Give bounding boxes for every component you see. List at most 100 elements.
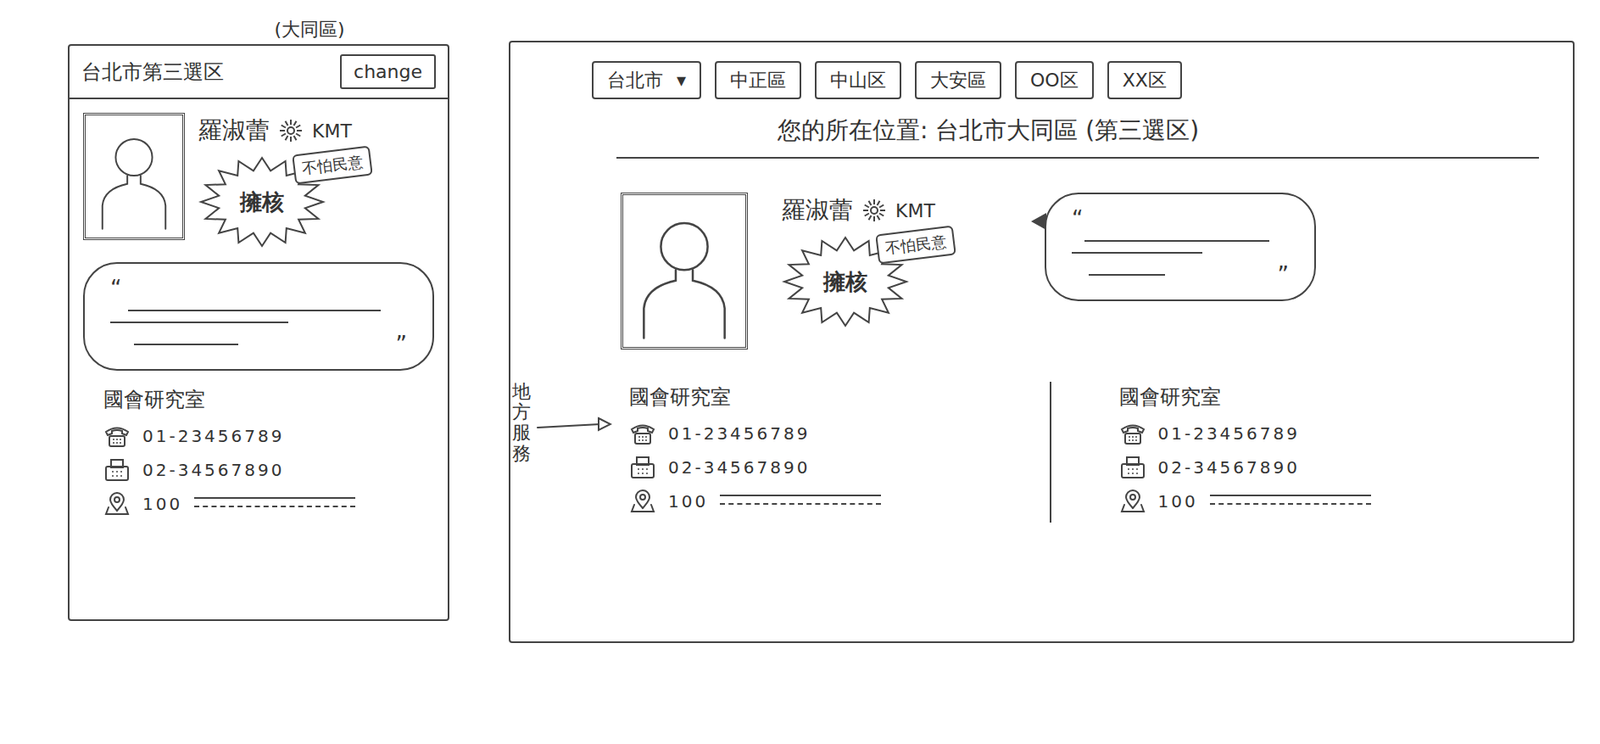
person-photo-icon bbox=[629, 201, 739, 341]
district-tab[interactable]: 中正區 bbox=[714, 61, 802, 100]
name-row: 羅淑蕾 KMT bbox=[781, 192, 969, 229]
quote-last-row: ” bbox=[1071, 263, 1289, 286]
address-pin-icon bbox=[629, 489, 657, 513]
address-placeholder bbox=[194, 493, 356, 514]
office-column: 國會研究室 01-23456789 02-34567890 100 bbox=[612, 381, 1050, 523]
name-row: 羅淑蕾 KMT bbox=[198, 112, 385, 149]
phone-number: 01-23456789 bbox=[142, 423, 285, 449]
legislator-info: 羅淑蕾 KMT 擁核不怕民意 bbox=[198, 112, 385, 249]
office-info: 國會研究室 01-23456789 02-34567890 100 bbox=[83, 384, 435, 525]
quote-open-mark: “ bbox=[1071, 207, 1289, 230]
address-row: 100 bbox=[1119, 488, 1523, 514]
mobile-header: 台北市第三選区 change bbox=[69, 45, 448, 100]
address-text: 100 bbox=[668, 488, 709, 514]
address-placeholder bbox=[719, 490, 881, 512]
party-sun-icon bbox=[861, 197, 887, 223]
legislator-photo bbox=[83, 112, 185, 240]
district-tab[interactable]: 大安區 bbox=[914, 61, 1002, 100]
legislator-info: 羅淑蕾 KMT 擁核不怕民意 bbox=[781, 192, 969, 329]
quote-bubble: “” bbox=[1044, 192, 1316, 302]
city-label: 台北市 bbox=[607, 66, 664, 95]
quote-line bbox=[128, 309, 381, 312]
phone-icon bbox=[1119, 421, 1147, 446]
wireframe-page: (大同區)台北市第三選区change羅淑蕾KMT擁核不怕民意“”國會研究室01-… bbox=[0, 0, 1600, 744]
office-title: 國會研究室 bbox=[1119, 381, 1523, 413]
offices-row: 地方服務 國會研究室 01-23456789 02-34567890 100 國會研究室 0… bbox=[510, 381, 1539, 523]
quote-close-mark: ” bbox=[1277, 263, 1289, 286]
address-placeholder bbox=[1209, 490, 1372, 512]
address-line bbox=[1209, 502, 1372, 505]
quote-bubble: “” bbox=[83, 262, 435, 371]
stance-area: 擁核不怕民意 bbox=[781, 234, 969, 329]
phone-icon bbox=[629, 421, 657, 446]
office-info: 國會研究室 01-23456789 02-34567890 100 bbox=[1119, 381, 1523, 514]
phone-number: 01-23456789 bbox=[668, 420, 810, 446]
fax-row: 02-34567890 bbox=[629, 454, 1033, 480]
mobile-frame: 台北市第三選区change羅淑蕾KMT擁核不怕民意“”國會研究室01-23456… bbox=[67, 44, 450, 621]
address-line bbox=[1209, 494, 1372, 497]
district-tab[interactable]: 中山区 bbox=[814, 61, 902, 100]
quote-line bbox=[1071, 251, 1203, 254]
legislator-name: 羅淑蕾 bbox=[198, 112, 270, 149]
fax-icon bbox=[103, 457, 131, 482]
office-info: 國會研究室 01-23456789 02-34567890 100 bbox=[629, 381, 1033, 514]
phone-row: 01-23456789 bbox=[103, 423, 435, 449]
quote-line bbox=[1084, 239, 1270, 242]
quote-close-mark: ” bbox=[395, 333, 407, 356]
office-title: 國會研究室 bbox=[103, 384, 435, 415]
district-tab[interactable]: XX区 bbox=[1107, 61, 1182, 100]
phone-icon bbox=[103, 423, 131, 448]
desktop-frame: 台北市 ▾ 中正區中山区大安區 OO区 XX区您的所在位置: 台北市大同區 (第三選区)… bbox=[508, 40, 1575, 643]
district-label: 台北市第三選区 bbox=[81, 56, 224, 88]
district-tab[interactable]: OO区 bbox=[1014, 61, 1094, 100]
office-column: 國會研究室 01-23456789 02-34567890 100 bbox=[1049, 381, 1540, 523]
quote-line bbox=[110, 321, 289, 324]
fax-icon bbox=[629, 455, 657, 480]
legislator-name: 羅淑蕾 bbox=[781, 192, 853, 229]
address-text: 100 bbox=[142, 490, 183, 517]
desktop-profile-row: 羅淑蕾KMT擁核不怕民意“” bbox=[510, 158, 1539, 350]
legislator-profile: 羅淑蕾 KMT 擁核不怕民意 bbox=[83, 112, 435, 249]
mobile-mockup: (大同區)台北市第三選区change羅淑蕾KMT擁核不怕民意“”國會研究室01-… bbox=[67, 15, 450, 621]
address-line bbox=[194, 505, 356, 508]
opinion-tag: 不怕民意 bbox=[291, 145, 374, 185]
stance-area: 擁核不怕民意 bbox=[198, 155, 385, 249]
party-label: KMT bbox=[895, 196, 936, 225]
mobile-body: 羅淑蕾KMT擁核不怕民意“”國會研究室01-2345678902-3456789… bbox=[69, 99, 448, 539]
district-caption: (大同區) bbox=[67, 15, 450, 45]
stance-label: 擁核 bbox=[823, 265, 868, 299]
office-title: 國會研究室 bbox=[629, 381, 1033, 413]
district-tabs: 台北市 ▾ 中正區中山区大安區 OO区 XX区 bbox=[510, 61, 1539, 100]
address-text: 100 bbox=[1158, 488, 1199, 514]
dropdown-caret: ▾ bbox=[676, 66, 686, 95]
party-sun-icon bbox=[278, 117, 304, 144]
quote-last-row: ” bbox=[110, 333, 407, 356]
address-line bbox=[719, 502, 881, 505]
phone-row: 01-23456789 bbox=[1119, 420, 1523, 446]
location-text: 您的所在位置: 台北市大同區 (第三選区) bbox=[616, 99, 1539, 159]
quote-line bbox=[133, 343, 239, 346]
fax-row: 02-34567890 bbox=[1119, 454, 1523, 480]
address-pin-icon bbox=[103, 491, 131, 516]
phone-row: 01-23456789 bbox=[629, 420, 1033, 446]
stance-label: 擁核 bbox=[239, 185, 285, 219]
arrow-icon bbox=[535, 415, 613, 436]
city-dropdown[interactable]: 台北市 ▾ bbox=[591, 61, 702, 100]
annotation-label: 地方服務 bbox=[512, 381, 531, 523]
quote-open-mark: “ bbox=[110, 277, 407, 300]
legislator-photo bbox=[620, 192, 748, 350]
party-label: KMT bbox=[312, 117, 352, 145]
person-photo-icon bbox=[92, 122, 176, 231]
phone-number: 01-23456789 bbox=[1158, 420, 1300, 446]
fax-number: 02-34567890 bbox=[142, 457, 285, 483]
fax-number: 02-34567890 bbox=[1158, 454, 1300, 480]
address-line bbox=[194, 496, 356, 499]
address-line bbox=[719, 494, 881, 497]
fax-number: 02-34567890 bbox=[668, 454, 810, 480]
legislator-profile: 羅淑蕾 KMT 擁核不怕民意 bbox=[620, 192, 969, 350]
change-button[interactable]: change bbox=[340, 54, 436, 90]
quote-line bbox=[1088, 273, 1166, 276]
fax-icon bbox=[1119, 455, 1147, 480]
opinion-tag: 不怕民意 bbox=[875, 225, 957, 265]
fax-row: 02-34567890 bbox=[103, 457, 435, 483]
